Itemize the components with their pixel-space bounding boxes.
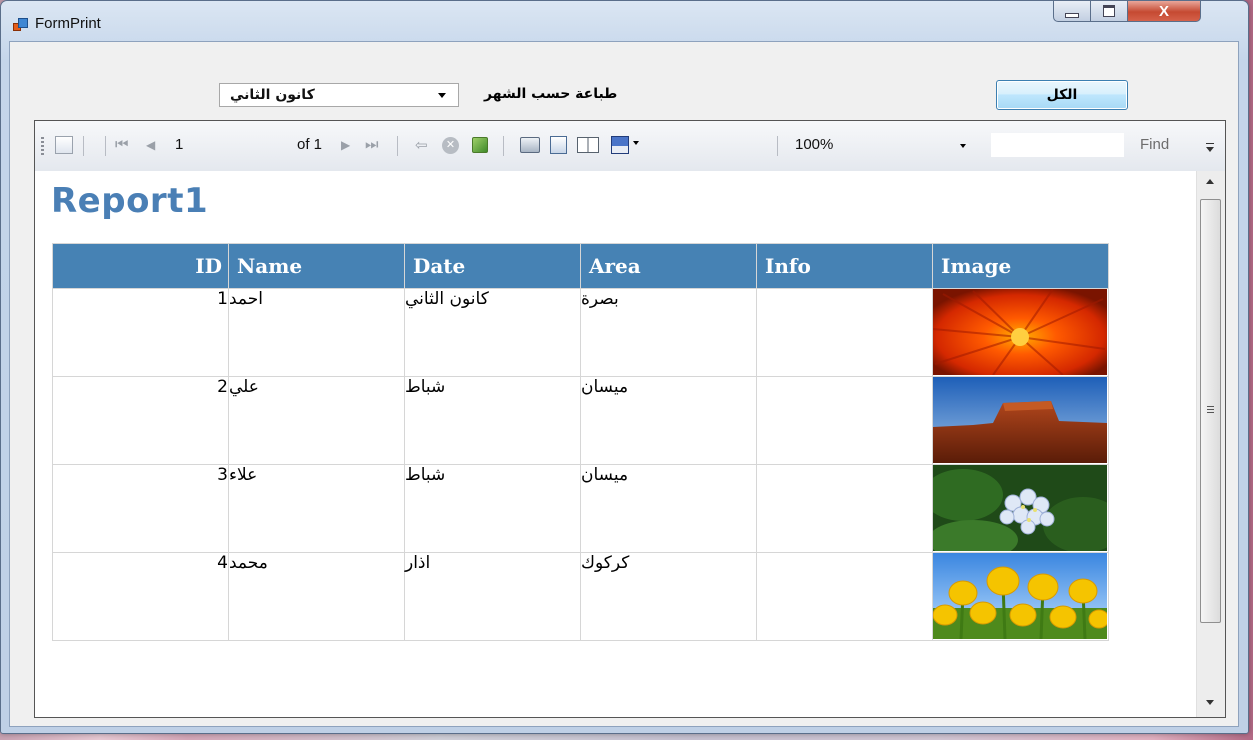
image-cell [932, 552, 1109, 641]
id-cell: 3 [52, 464, 229, 553]
zoom-combobox[interactable]: 100% [795, 135, 833, 155]
info-cell [756, 376, 933, 465]
vertical-scrollbar[interactable] [1196, 171, 1225, 717]
month-combobox-value: كانون الثاني [230, 87, 315, 103]
scroll-down-icon[interactable] [1206, 700, 1214, 705]
scrollbar-thumb[interactable] [1200, 199, 1221, 623]
report-title: Report1 [51, 181, 209, 221]
toolbar-separator [777, 136, 778, 156]
app-icon [13, 18, 28, 32]
hydrangea-image [933, 465, 1107, 551]
maximize-button[interactable] [1090, 1, 1128, 22]
scrollbar-grip-icon [1207, 406, 1214, 414]
toolbar-separator [83, 136, 84, 156]
column-header-date: Date [404, 243, 581, 289]
column-header-id: ID [52, 243, 229, 289]
table-header-row: ID Name Date Area Info Image [52, 243, 1109, 289]
form-window: FormPrint X كانون الثاني طباعة حسب الشهر… [0, 0, 1249, 734]
export-dropdown-icon[interactable] [633, 141, 639, 145]
print-icon[interactable] [520, 137, 540, 153]
red-flower-image [933, 289, 1107, 375]
find-link[interactable]: Find [1140, 135, 1169, 155]
date-cell: اذار [404, 552, 581, 641]
desert-mesa-image [933, 377, 1107, 463]
report-viewer: ⏮ ◀ 1 of 1 ▶ ⏭ ⇦ ✕ 100% Find Report1 ID … [34, 120, 1226, 718]
area-cell: ميسان [580, 464, 757, 553]
name-cell: علاء [228, 464, 405, 553]
area-cell: كركوك [580, 552, 757, 641]
name-cell: علي [228, 376, 405, 465]
area-cell: ميسان [580, 376, 757, 465]
image-cell [932, 288, 1109, 377]
maximize-icon [1103, 5, 1115, 17]
page-setup-icon[interactable] [577, 137, 599, 153]
window-title: FormPrint [35, 15, 101, 32]
close-icon: X [1158, 2, 1169, 20]
report-table: ID Name Date Area Info Image 1 احمد كانو [52, 243, 1109, 641]
toolbar-separator [503, 136, 504, 156]
all-button[interactable]: الكل [996, 80, 1128, 110]
back-icon[interactable]: ⇦ [415, 136, 428, 154]
next-page-icon[interactable]: ▶ [341, 138, 350, 154]
toolbar-overflow-icon[interactable] [1205, 143, 1215, 155]
toolbar-separator [105, 136, 106, 156]
minimize-button[interactable] [1053, 1, 1091, 22]
id-cell: 1 [52, 288, 229, 377]
current-page-input[interactable]: 1 [175, 135, 245, 155]
id-cell: 2 [52, 376, 229, 465]
info-cell [756, 464, 933, 553]
stop-icon[interactable]: ✕ [442, 137, 459, 154]
month-combobox[interactable]: كانون الثاني [219, 83, 459, 107]
table-row: 1 احمد كانون الثاني بصرة [52, 288, 1109, 377]
print-by-month-label: طباعة حسب الشهر [484, 86, 618, 102]
info-cell [756, 552, 933, 641]
minimize-icon [1065, 12, 1079, 18]
form-client-area: كانون الثاني طباعة حسب الشهر الكل ⏮ ◀ 1 … [9, 41, 1239, 727]
toolbar-separator [397, 136, 398, 156]
title-bar[interactable]: FormPrint X [1, 1, 1248, 41]
toolbar-grip-icon [41, 137, 44, 155]
image-cell [932, 464, 1109, 553]
previous-page-icon[interactable]: ◀ [146, 138, 155, 154]
column-header-name: Name [228, 243, 405, 289]
report-canvas: Report1 ID Name Date Area Info Image 1 ا… [35, 171, 1197, 717]
name-cell: محمد [228, 552, 405, 641]
refresh-icon[interactable] [472, 137, 488, 153]
area-cell: بصرة [580, 288, 757, 377]
date-cell: كانون الثاني [404, 288, 581, 377]
info-cell [756, 288, 933, 377]
last-page-icon[interactable]: ⏭ [365, 136, 379, 153]
export-icon[interactable] [611, 136, 629, 154]
zoom-chevron-down-icon[interactable] [960, 144, 966, 148]
page-count-label: of 1 [297, 136, 323, 153]
print-layout-icon[interactable] [550, 136, 567, 154]
date-cell: شباط [404, 376, 581, 465]
scroll-up-icon[interactable] [1206, 179, 1214, 184]
first-page-icon[interactable]: ⏮ [115, 136, 129, 153]
document-map-icon[interactable] [55, 136, 73, 154]
column-header-info: Info [756, 243, 933, 289]
column-header-area: Area [580, 243, 757, 289]
date-cell: شباط [404, 464, 581, 553]
table-row: 2 علي شباط ميسان [52, 376, 1109, 465]
report-toolbar: ⏮ ◀ 1 of 1 ▶ ⏭ ⇦ ✕ 100% Find [35, 121, 1225, 171]
table-row: 3 علاء شباط ميسان [52, 464, 1109, 553]
table-row: 4 محمد اذار كركوك [52, 552, 1109, 641]
id-cell: 4 [52, 552, 229, 641]
find-input[interactable] [991, 133, 1124, 157]
column-header-image: Image [932, 243, 1109, 289]
chevron-down-icon[interactable] [438, 93, 446, 98]
name-cell: احمد [228, 288, 405, 377]
close-button[interactable]: X [1127, 1, 1201, 22]
image-cell [932, 376, 1109, 465]
yellow-tulips-image [933, 553, 1107, 639]
